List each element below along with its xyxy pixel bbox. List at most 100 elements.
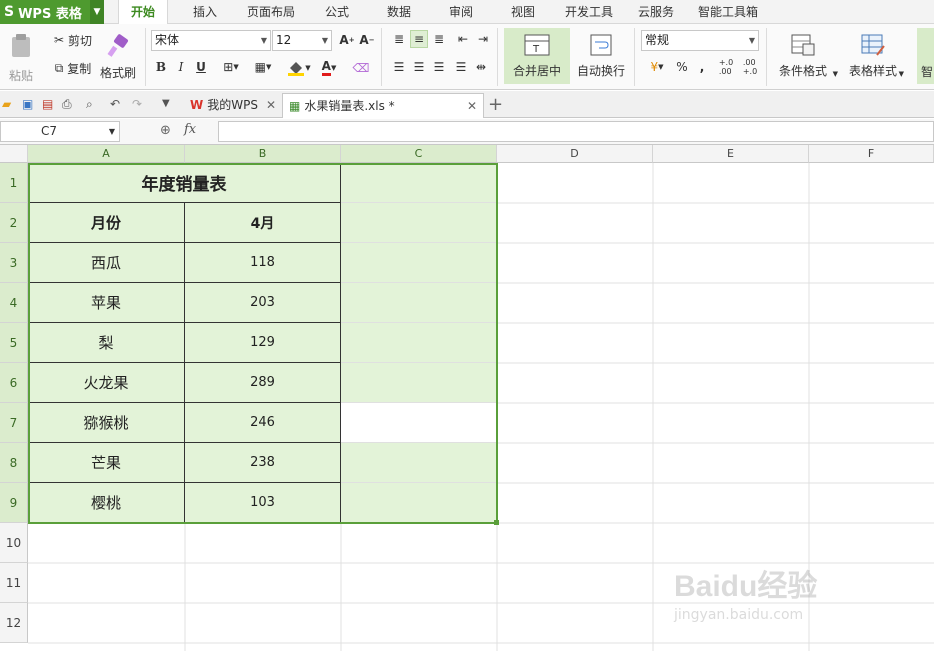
formula-input[interactable] [218, 121, 934, 142]
fill-handle[interactable] [494, 520, 499, 525]
font-size-select[interactable]: 12 ▼ [272, 30, 332, 51]
row-header[interactable]: 6 [0, 363, 28, 403]
tab-formulas[interactable]: 公式 [312, 0, 362, 24]
font-name-select[interactable]: 宋体 ▼ [151, 30, 271, 51]
ribbon-divider [381, 28, 382, 86]
column-header-a[interactable]: A [28, 145, 185, 163]
align-bottom-icon[interactable]: ≣ [430, 30, 448, 48]
increase-decimal-icon[interactable]: +.0.00 [716, 56, 736, 78]
row-header[interactable]: 7 [0, 403, 28, 443]
wrap-text-button[interactable]: 自动换行 [574, 28, 628, 84]
tab-developer[interactable]: 开发工具 [558, 0, 620, 24]
row-header[interactable]: 11 [0, 563, 28, 603]
underline-icon[interactable]: U [192, 58, 210, 76]
conditional-format-button[interactable]: 条件格式 ▼ [772, 28, 838, 84]
row-header[interactable]: 1 [0, 163, 28, 203]
align-center-icon[interactable]: ☰ [410, 58, 428, 76]
number-format-select[interactable]: 常规 ▼ [641, 30, 759, 51]
clear-format-icon[interactable]: ⌫ [348, 58, 374, 78]
new-tab-plus-icon[interactable]: + [488, 94, 503, 115]
tab-smart-tools[interactable]: 智能工具箱 [692, 0, 764, 24]
close-icon[interactable]: ✕ [266, 93, 276, 117]
merge-center-button[interactable]: T 合并居中 [504, 28, 570, 84]
paste-button[interactable]: 粘贴 [4, 30, 38, 86]
merge-center-label: 合并居中 [512, 63, 561, 78]
comma-style-icon[interactable]: , [694, 58, 710, 76]
row-header[interactable]: 9 [0, 483, 28, 523]
tab-page-layout[interactable]: 页面布局 [238, 0, 304, 24]
table-style-button[interactable]: 表格样式 ▼ [840, 28, 906, 84]
border-icon[interactable]: ⊞ ▼ [216, 58, 246, 76]
tab-cloud[interactable]: 云服务 [630, 0, 682, 24]
doc-tab-my-wps[interactable]: W 我的WPS ✕ [184, 93, 282, 118]
decrease-font-icon[interactable]: A − [358, 31, 376, 49]
align-middle-icon[interactable]: ≡ [410, 30, 428, 48]
tab-view[interactable]: 视图 [498, 0, 548, 24]
row-header[interactable]: 12 [0, 603, 28, 643]
conditional-format-label: 条件格式 [778, 63, 827, 78]
italic-icon[interactable]: I [172, 58, 190, 76]
distribute-icon[interactable]: ⇹ [472, 58, 490, 76]
align-left-icon[interactable]: ☰ [390, 58, 408, 76]
format-painter-label: 格式刷 [99, 65, 136, 80]
row-header[interactable]: 5 [0, 323, 28, 363]
tab-review[interactable]: 审阅 [436, 0, 486, 24]
cut-button[interactable]: ✂ 剪切 [48, 30, 98, 50]
row-header[interactable]: 2 [0, 203, 28, 243]
indent-increase-icon[interactable]: ⇥ [474, 30, 492, 48]
align-right-icon[interactable]: ☰ [430, 58, 448, 76]
save-icon[interactable]: ▣ [22, 97, 37, 112]
smart-label: 智 [921, 64, 934, 79]
tab-insert[interactable]: 插入 [180, 0, 230, 24]
app-name: WPS 表格 [18, 6, 82, 22]
print-preview-icon[interactable]: ⌕ [86, 97, 101, 112]
row-header[interactable]: 4 [0, 283, 28, 323]
close-icon[interactable]: ✕ [467, 94, 477, 118]
doc-tab-label: 水果销量表.xls * [304, 99, 395, 113]
fill-color-icon[interactable]: ▼ [284, 58, 314, 78]
grid-border-icon[interactable]: ▦ ▼ [248, 58, 278, 76]
doc-tab-active[interactable]: ▦ 水果销量表.xls * ✕ [282, 93, 484, 118]
indent-decrease-icon[interactable]: ⇤ [454, 30, 472, 48]
format-painter-button[interactable]: 格式刷 [98, 28, 138, 86]
name-box[interactable]: C7 ▼ [0, 121, 120, 142]
copy-button[interactable]: ⧉ 复制 [48, 58, 98, 78]
fx-button[interactable]: fx [184, 122, 196, 137]
print-icon[interactable]: ⎙ [62, 97, 77, 112]
open-folder-icon[interactable]: ▰ [2, 97, 17, 112]
customize-dropdown-icon[interactable]: ▼ [162, 98, 177, 113]
tab-home[interactable]: 开始 [118, 0, 168, 25]
column-header-e[interactable]: E [653, 145, 809, 163]
column-header-d[interactable]: D [497, 145, 653, 163]
row-header[interactable]: 8 [0, 443, 28, 483]
align-top-icon[interactable]: ≣ [390, 30, 408, 48]
baidu-watermark: Baidu经验 jingyan.baidu.com [674, 561, 894, 631]
percent-button[interactable]: % [674, 58, 690, 76]
font-color-icon[interactable]: A ▼ [314, 58, 344, 78]
smart-button[interactable]: 智 [917, 28, 934, 84]
justify-icon[interactable]: ☰ [452, 58, 470, 76]
column-header-b[interactable]: B [185, 145, 341, 163]
row-header[interactable]: 10 [0, 523, 28, 563]
redo-icon[interactable]: ↷ [132, 97, 147, 112]
zoom-magnifier-icon[interactable]: ⊕ [160, 123, 171, 138]
currency-icon[interactable]: ¥ ▼ [643, 58, 671, 76]
decrease-decimal-icon[interactable]: .00 +.0 [740, 56, 760, 78]
export-pdf-icon[interactable]: ▤ [42, 97, 57, 112]
app-menu-button[interactable]: S WPS 表格 ▼ [0, 0, 104, 24]
copy-label: 复制 [67, 61, 92, 76]
wrap-text-label: 自动换行 [576, 63, 625, 78]
increase-font-icon[interactable]: A + [338, 31, 356, 49]
column-header-c[interactable]: C [341, 145, 497, 163]
brush-icon [107, 33, 128, 57]
select-all-corner[interactable] [0, 145, 28, 163]
chevron-down-icon[interactable]: ▼ [90, 0, 104, 24]
tab-data[interactable]: 数据 [374, 0, 424, 24]
chevron-down-icon: ▼ [321, 36, 328, 45]
column-header-f[interactable]: F [809, 145, 934, 163]
ribbon-divider [634, 28, 635, 86]
bold-icon[interactable]: B [152, 58, 170, 76]
spreadsheet-file-icon: ▦ [289, 99, 301, 113]
row-header[interactable]: 3 [0, 243, 28, 283]
undo-icon[interactable]: ↶ [110, 97, 125, 112]
